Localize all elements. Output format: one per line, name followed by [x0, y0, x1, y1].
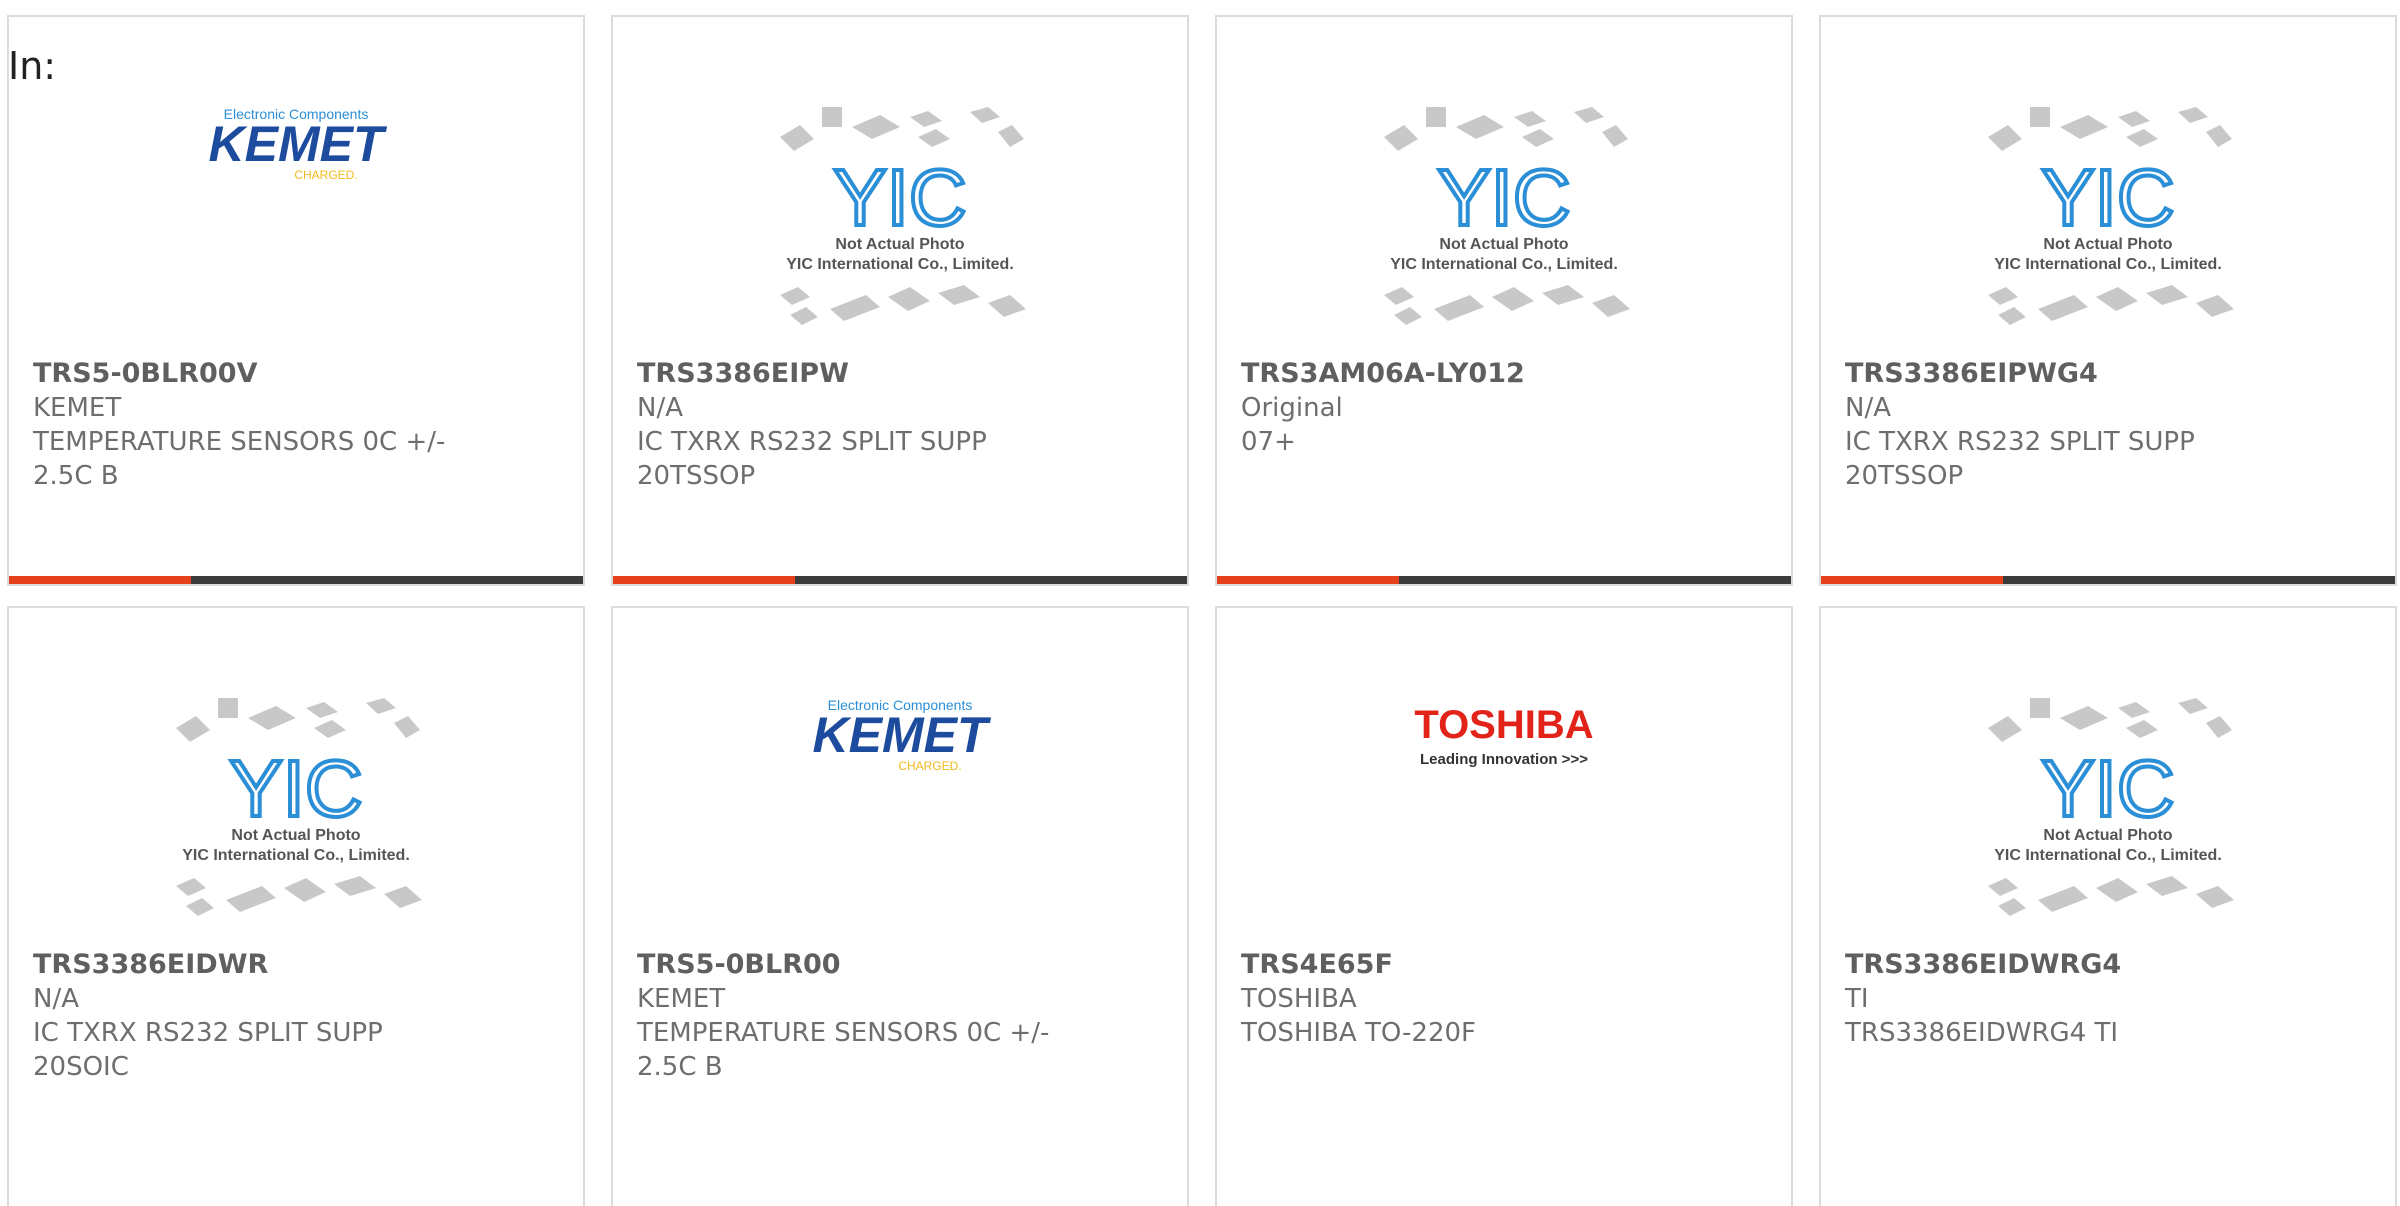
part-number: TRS3386EIPW	[637, 358, 849, 389]
product-card[interactable]: YIC Not Actual Photo YIC International C…	[1215, 15, 1793, 586]
card-footer-bar	[1821, 576, 2395, 584]
svg-text:YIC: YIC	[833, 153, 966, 242]
product-card[interactable]: Electronic Components KEMET CHARGED. TRS…	[611, 606, 1189, 1206]
svg-text:TOSHIBA: TOSHIBA	[1414, 703, 1593, 747]
yic-placeholder-icon: YIC Not Actual Photo YIC International C…	[1988, 698, 2234, 916]
product-image: YIC Not Actual Photo YIC International C…	[613, 97, 1187, 367]
part-number: TRS3386EIDWRG4	[1845, 949, 2122, 980]
svg-text:YIC: YIC	[229, 744, 362, 833]
manufacturer: Original	[1241, 393, 1343, 423]
description: IC TXRX RS232 SPLIT SUPP 20SOIC	[33, 1018, 383, 1082]
part-number: TRS5-0BLR00V	[33, 358, 258, 389]
card-footer-bar	[1217, 576, 1791, 584]
manufacturer: TOSHIBA	[1241, 984, 1357, 1014]
svg-text:YIC: YIC	[1437, 153, 1570, 242]
product-image: YIC Not Actual Photo YIC International C…	[1821, 688, 2395, 958]
product-card[interactable]: YIC Not Actual Photo YIC International C…	[1819, 606, 2397, 1206]
svg-text:YIC International Co., Limited: YIC International Co., Limited.	[1994, 847, 2222, 864]
svg-text:KEMET: KEMET	[813, 707, 992, 763]
manufacturer: N/A	[637, 393, 683, 423]
manufacturer: TI	[1845, 984, 1869, 1014]
part-number: TRS3386EIPWG4	[1845, 358, 2098, 389]
product-image: Electronic Components KEMET CHARGED.	[613, 688, 1187, 958]
svg-text:KEMET: KEMET	[209, 116, 388, 172]
svg-text:YIC International Co., Limited: YIC International Co., Limited.	[182, 847, 410, 864]
svg-text:YIC International Co., Limited: YIC International Co., Limited.	[1994, 256, 2222, 273]
manufacturer: N/A	[33, 984, 79, 1014]
svg-text:Not Actual Photo: Not Actual Photo	[2043, 236, 2172, 253]
description: TRS3386EIDWRG4 TI	[1845, 1018, 2119, 1048]
description: IC TXRX RS232 SPLIT SUPP 20TSSOP	[1845, 427, 2195, 491]
product-card[interactable]: YIC Not Actual Photo YIC International C…	[611, 15, 1189, 586]
yic-placeholder-icon: YIC Not Actual Photo YIC International C…	[176, 698, 422, 916]
card-footer-bar	[613, 576, 1187, 584]
part-number: TRS3386EIDWR	[33, 949, 269, 980]
product-image: YIC Not Actual Photo YIC International C…	[1821, 97, 2395, 367]
product-image: YIC Not Actual Photo YIC International C…	[9, 688, 583, 958]
page-label: In:	[8, 44, 57, 88]
product-card[interactable]: TOSHIBA Leading Innovation >>> TRS4E65F …	[1215, 606, 1793, 1206]
product-image: Electronic Components KEMET CHARGED.	[9, 97, 583, 367]
manufacturer: N/A	[1845, 393, 1891, 423]
product-card[interactable]: YIC Not Actual Photo YIC International C…	[1819, 15, 2397, 586]
svg-text:YIC International Co., Limited: YIC International Co., Limited.	[786, 256, 1014, 273]
svg-text:Not Actual Photo: Not Actual Photo	[835, 236, 964, 253]
svg-text:YIC: YIC	[2041, 744, 2174, 833]
description: 07+	[1241, 427, 1296, 457]
part-number: TRS4E65F	[1241, 949, 1393, 980]
part-number: TRS3AM06A-LY012	[1241, 358, 1525, 389]
description: TEMPERATURE SENSORS 0C +/- 2.5C B	[637, 1018, 1050, 1082]
toshiba-logo-icon: TOSHIBA Leading Innovation >>>	[1414, 703, 1593, 768]
description: TOSHIBA TO-220F	[1241, 1018, 1476, 1048]
manufacturer: KEMET	[33, 393, 122, 423]
part-number: TRS5-0BLR00	[637, 949, 841, 980]
svg-text:CHARGED.: CHARGED.	[898, 759, 961, 773]
yic-placeholder-icon: YIC Not Actual Photo YIC International C…	[780, 107, 1026, 325]
description: IC TXRX RS232 SPLIT SUPP 20TSSOP	[637, 427, 987, 491]
kemet-logo-icon: Electronic Components KEMET CHARGED.	[209, 106, 388, 182]
description: TEMPERATURE SENSORS 0C +/- 2.5C B	[33, 427, 446, 491]
product-card[interactable]: Electronic Components KEMET CHARGED. TRS…	[7, 15, 585, 586]
manufacturer: KEMET	[637, 984, 726, 1014]
product-image: YIC Not Actual Photo YIC International C…	[1217, 97, 1791, 367]
svg-text:Not Actual Photo: Not Actual Photo	[2043, 827, 2172, 844]
svg-text:CHARGED.: CHARGED.	[294, 168, 357, 182]
card-footer-bar	[9, 576, 583, 584]
svg-text:Not Actual Photo: Not Actual Photo	[231, 827, 360, 844]
svg-text:Leading Innovation >>>: Leading Innovation >>>	[1420, 751, 1588, 768]
svg-text:Not Actual Photo: Not Actual Photo	[1439, 236, 1568, 253]
product-image: TOSHIBA Leading Innovation >>>	[1217, 688, 1791, 958]
product-card[interactable]: YIC Not Actual Photo YIC International C…	[7, 606, 585, 1206]
yic-placeholder-icon: YIC Not Actual Photo YIC International C…	[1384, 107, 1630, 325]
yic-placeholder-icon: YIC Not Actual Photo YIC International C…	[1988, 107, 2234, 325]
svg-text:YIC: YIC	[2041, 153, 2174, 242]
svg-text:YIC International Co., Limited: YIC International Co., Limited.	[1390, 256, 1618, 273]
kemet-logo-icon: Electronic Components KEMET CHARGED.	[813, 697, 992, 773]
